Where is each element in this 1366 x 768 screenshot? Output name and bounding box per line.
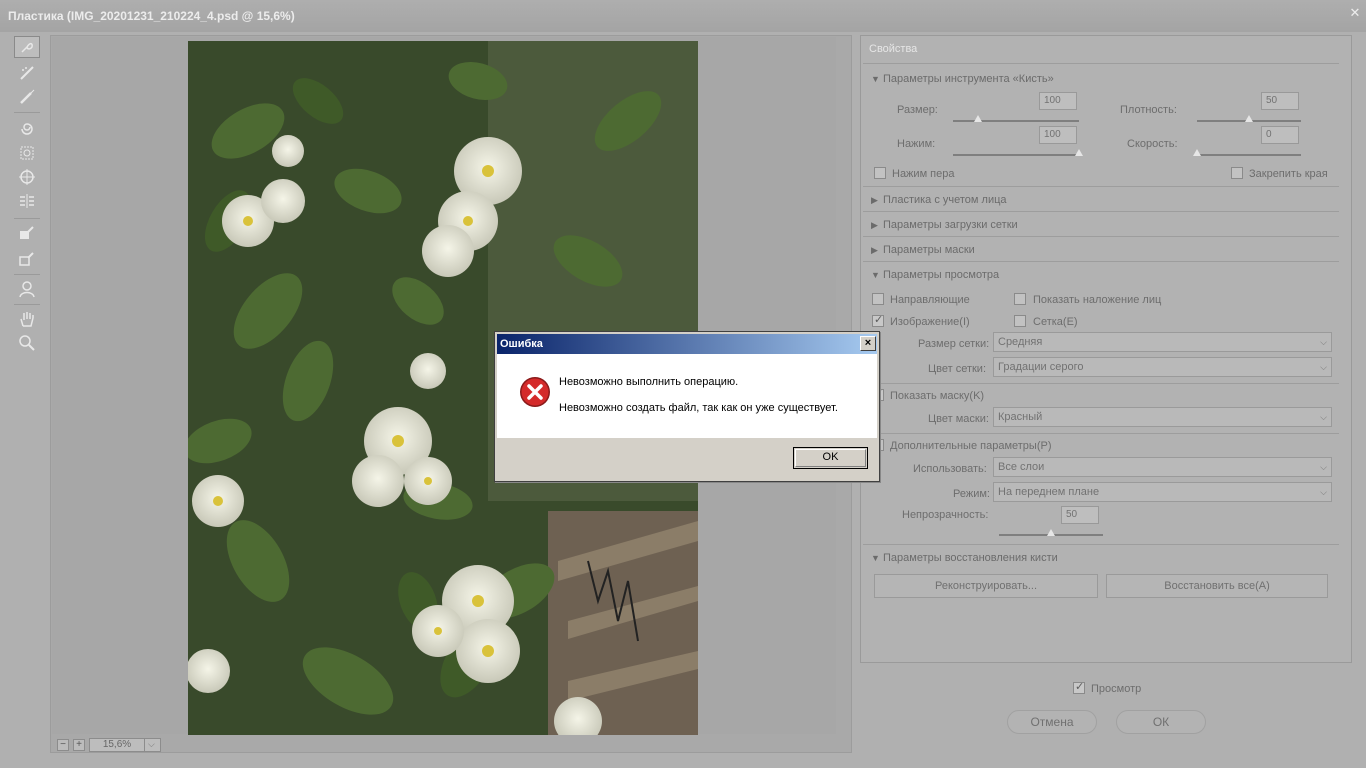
image-checkbox[interactable] <box>872 313 884 327</box>
cancel-button[interactable]: Отмена <box>1007 710 1097 734</box>
reconstruct-tool-icon[interactable] <box>14 62 40 84</box>
zoom-in-button[interactable]: + <box>73 739 85 751</box>
dialog-close-button[interactable]: × <box>860 336 876 351</box>
error-dialog-title: Ошибка <box>500 338 543 350</box>
window-title: Пластика (IMG_20201231_210224_4.psd @ 15… <box>8 9 295 23</box>
face-overlay-label: Показать наложение лиц <box>1033 294 1162 306</box>
error-dialog-body: Невозможно выполнить операцию. Невозможн… <box>497 354 877 438</box>
size-label: Размер: <box>897 104 938 116</box>
pressure-slider-knob[interactable] <box>1075 149 1083 156</box>
bloat-tool-icon[interactable] <box>14 166 40 188</box>
zoom-tool-icon[interactable] <box>14 332 40 354</box>
mode-label: Режим: <box>953 488 990 500</box>
size-slider-knob[interactable] <box>974 115 983 122</box>
caret-right-icon: ▶ <box>871 220 878 230</box>
mesh-size-select[interactable]: Средняя ⌵ <box>993 332 1332 352</box>
properties-title: Свойства <box>869 43 918 55</box>
zoom-value-field[interactable]: 15,6% <box>89 738 145 752</box>
freeze-mask-tool-icon[interactable] <box>14 222 40 244</box>
chevron-down-icon: ⌵ <box>1320 462 1327 472</box>
chevron-down-icon: ⌵ <box>1320 412 1327 422</box>
dialog-ok-button[interactable]: OK <box>793 447 868 469</box>
brush-tool-options-header[interactable]: ▼ Параметры инструмента «Кисть» <box>871 73 1054 93</box>
ok-button[interactable]: ОК <box>1116 710 1206 734</box>
density-slider[interactable] <box>1197 115 1301 122</box>
mask-color-select[interactable]: Красный ⌵ <box>993 407 1332 427</box>
error-message-secondary: Невозможно создать файл, так как он уже … <box>559 402 838 414</box>
image-label: Изображение(I) <box>890 316 970 328</box>
chevron-down-icon: ⌵ <box>148 739 155 749</box>
caret-down-icon: ▼ <box>871 553 880 563</box>
chevron-down-icon: ⌵ <box>1320 337 1327 347</box>
chevron-down-icon: ⌵ <box>1320 362 1327 372</box>
caret-down-icon: ▼ <box>871 270 880 280</box>
mesh-size-label: Размер сетки: <box>918 338 990 350</box>
pen-pressure-label: Нажим пера <box>892 168 955 180</box>
guides-checkbox[interactable] <box>872 293 884 305</box>
error-dialog: Ошибка × Невозможно выполнить операцию. … <box>494 331 880 482</box>
error-icon <box>520 377 550 407</box>
use-label: Использовать: <box>913 463 987 475</box>
opacity-slider[interactable] <box>999 529 1103 536</box>
reconstruct-button[interactable]: Реконструировать... <box>874 574 1098 598</box>
rate-slider-knob[interactable] <box>1193 149 1201 156</box>
pressure-label: Нажим: <box>897 138 936 150</box>
push-left-tool-icon[interactable] <box>14 190 40 212</box>
window-title-bar: Пластика (IMG_20201231_210224_4.psd @ 15… <box>0 0 1366 32</box>
pucker-tool-icon[interactable] <box>14 142 40 164</box>
face-overlay-checkbox[interactable] <box>1014 293 1026 305</box>
density-label: Плотность: <box>1120 104 1177 116</box>
opacity-slider-knob[interactable] <box>1047 529 1055 536</box>
face-tool-icon[interactable] <box>14 278 40 300</box>
pen-pressure-checkbox[interactable] <box>874 167 886 179</box>
preview-label: Просмотр <box>1091 683 1142 695</box>
guides-label: Направляющие <box>890 294 970 306</box>
error-message-primary: Невозможно выполнить операцию. <box>559 376 739 388</box>
preview-checkbox[interactable] <box>1073 680 1085 694</box>
size-slider[interactable] <box>953 115 1079 122</box>
rate-label: Скорость: <box>1127 138 1178 150</box>
zoom-out-button[interactable]: − <box>57 739 69 751</box>
twirl-clockwise-tool-icon[interactable] <box>14 118 40 140</box>
smooth-tool-icon[interactable] <box>14 86 40 108</box>
use-layers-select[interactable]: Все слои ⌵ <box>993 457 1332 477</box>
opacity-input[interactable]: 50 <box>1061 506 1099 524</box>
properties-panel: Свойства ▼ Параметры инструмента «Кисть» … <box>860 35 1352 663</box>
mask-color-label: Цвет маски: <box>928 413 989 425</box>
pin-edges-label: Закрепить края <box>1249 168 1328 180</box>
mesh-checkbox[interactable] <box>1014 315 1026 327</box>
window-close-button[interactable]: ✕ <box>1348 6 1362 20</box>
mesh-color-select[interactable]: Градации серого ⌵ <box>993 357 1332 377</box>
restore-all-button[interactable]: Восстановить все(A) <box>1106 574 1328 598</box>
caret-right-icon: ▶ <box>871 245 878 255</box>
zoom-bar: − + 15,6% ⌵ <box>51 736 851 753</box>
extra-options-label: Дополнительные параметры(P) <box>890 440 1052 452</box>
mode-select[interactable]: На переднем плане ⌵ <box>993 482 1332 502</box>
rate-slider[interactable] <box>1193 149 1301 156</box>
forward-warp-tool-icon[interactable] <box>14 36 40 58</box>
density-slider-knob[interactable] <box>1245 115 1253 122</box>
hand-tool-icon[interactable] <box>14 308 40 330</box>
caret-right-icon: ▶ <box>871 195 878 205</box>
pressure-slider[interactable] <box>953 149 1083 156</box>
error-dialog-title-bar: Ошибка × <box>497 334 877 354</box>
rate-input[interactable]: 0 <box>1261 126 1299 144</box>
brush-reconstruct-options-header[interactable]: ▼ Параметры восстановления кисти <box>871 552 1058 572</box>
chevron-down-icon: ⌵ <box>1320 487 1327 497</box>
density-input[interactable]: 50 <box>1261 92 1299 110</box>
dialog-ok-label: OK <box>822 451 839 463</box>
mesh-label: Сетка(E) <box>1033 316 1078 328</box>
size-input[interactable]: 100 <box>1039 92 1077 110</box>
thaw-mask-tool-icon[interactable] <box>14 248 40 270</box>
show-mask-label: Показать маску(K) <box>890 390 985 402</box>
view-options-header[interactable]: ▼ Параметры просмотра <box>871 269 999 289</box>
caret-down-icon: ▼ <box>871 74 880 84</box>
tool-panel <box>10 34 46 374</box>
pin-edges-checkbox[interactable] <box>1231 167 1243 179</box>
mesh-color-label: Цвет сетки: <box>928 363 987 375</box>
opacity-label: Непрозрачность: <box>902 509 989 521</box>
zoom-dropdown[interactable]: ⌵ <box>144 738 161 752</box>
pressure-input[interactable]: 100 <box>1039 126 1077 144</box>
